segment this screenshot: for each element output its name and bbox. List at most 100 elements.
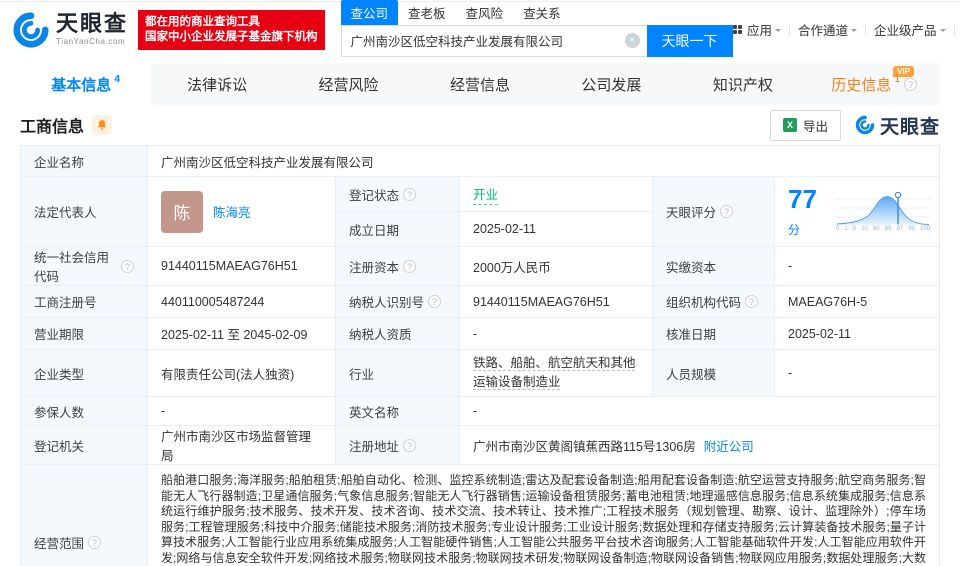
company-type-value: 有限责任公司(法人独资) [148, 350, 336, 396]
nav-enterprise[interactable]: 企业级产品 [874, 20, 946, 39]
promo-line-1: 都在用的商业查询工具 [145, 15, 261, 28]
divider [789, 23, 791, 36]
status-badge[interactable]: 开业 [473, 184, 499, 205]
field-label: 统一社会信用代码 [21, 247, 148, 285]
excel-icon [782, 118, 797, 132]
tab-legal-label: 法律诉讼 [187, 76, 248, 94]
reg-capital-value: 2000万人民币 [460, 247, 653, 285]
apps-grid-icon [732, 24, 743, 35]
nearby-companies-link[interactable]: 附近公司 [704, 436, 754, 455]
field-label: 英文名称 [336, 397, 460, 425]
search-tab-risk[interactable]: 查风险 [456, 0, 514, 25]
field-label: 登记机关 [21, 426, 148, 464]
table-row: 统一社会信用代码 91440115MAEAG76H51 注册资本 2000万人民… [21, 247, 939, 286]
help-icon[interactable] [88, 536, 102, 550]
tab-development-label: 公司发展 [581, 76, 642, 94]
tab-risk[interactable]: 经营风险 [283, 63, 414, 105]
nav-apps[interactable]: 应用 [732, 20, 782, 39]
search-area: 查公司 查老板 查风险 查关系 天眼一下 [340, 0, 733, 57]
help-icon[interactable] [403, 187, 417, 201]
nav-partner[interactable]: 合作通道 [798, 20, 858, 39]
export-button[interactable]: 导出 [769, 109, 841, 141]
taxpayer-quality-value: - [460, 318, 653, 349]
field-label: 登记状态 [336, 177, 460, 211]
score-distribution-chart[interactable]: 0 1 5 10 50 65 87 99 100 [835, 191, 931, 233]
nav-partner-label: 合作通道 [798, 24, 849, 38]
field-label: 行业 [336, 350, 460, 396]
score-number: 77 [788, 183, 817, 214]
search-button[interactable]: 天眼一下 [646, 24, 733, 57]
table-row: 登记机关 广州市南沙区市场监督管理局 注册地址 广州市南沙区黄阁镇蕉西路115号… [21, 426, 939, 465]
score-unit: 分 [788, 222, 801, 237]
status-date-subtable: 登记状态 开业 成立日期 2025-02-11 [336, 177, 653, 246]
field-label: 营业期限 [21, 318, 148, 349]
site-header: 天眼查 TianYanCha.com 都在用的商业查询工具 国家中小企业发展子基… [0, 0, 960, 57]
search-tab-boss[interactable]: 查老板 [398, 0, 456, 25]
address-label: 注册地址 [349, 439, 400, 454]
table-row: 参保人数 - 英文名称 - [21, 397, 939, 426]
legal-rep-link[interactable]: 陈海亮 [213, 202, 251, 221]
reg-no-value: 440110005487244 [148, 286, 336, 317]
established-value: 2025-02-11 [473, 222, 537, 236]
tab-basic-info[interactable]: 基本信息 4 [20, 63, 152, 105]
industry-value: 铁路、船舶、航空航天和其他运输设备制造业 [460, 350, 653, 396]
help-icon[interactable] [720, 205, 734, 218]
field-label: 实缴资本 [653, 247, 775, 285]
address-cell: 广州市南沙区黄阁镇蕉西路115号1306房 附近公司 [460, 426, 939, 464]
field-label: 参保人数 [21, 397, 148, 425]
chevron-down-icon [851, 28, 858, 35]
score-label: 天眼评分 [666, 206, 717, 220]
company-tabbar: 基本信息 4 法律诉讼 经营风险 经营信息 公司发展 知识产权 VIP 历史信息… [20, 63, 940, 105]
help-icon[interactable] [121, 259, 134, 273]
tab-risk-label: 经营风险 [318, 76, 379, 94]
bell-icon [98, 120, 106, 130]
tab-basic-label: 基本信息 [51, 76, 112, 94]
paid-capital-value: - [788, 259, 793, 273]
tab-legal[interactable]: 法律诉讼 [151, 63, 282, 105]
field-label: 纳税人资质 [336, 318, 460, 349]
field-label: 企业类型 [21, 350, 148, 396]
table-row: 工商注册号 440110005487244 纳税人识别号 91440115MAE… [21, 286, 939, 318]
english-name-value: - [473, 404, 478, 418]
business-info-table: 企业名称 广州南沙区低空科技产业发展有限公司 法定代表人 陈 陈海亮 登记状态 … [20, 145, 940, 566]
business-scope-text: 船舶港口服务;海洋服务;船舶租赁;船舶自动化、检测、监控系统制造;雷达及配套设备… [161, 473, 926, 565]
help-icon[interactable] [403, 438, 417, 452]
help-icon[interactable] [745, 295, 759, 308]
field-label: 成立日期 [336, 212, 460, 246]
avatar[interactable]: 陈 [161, 190, 203, 233]
status-value-cell: 开业 [460, 177, 652, 211]
field-label: 注册地址 [336, 426, 460, 464]
table-row: 法定代表人 陈 陈海亮 登记状态 开业 成立日期 2025-02-11 天眼评分 [21, 177, 939, 247]
tab-history[interactable]: VIP 历史信息 1 [809, 63, 940, 105]
org-code-value: MAEAG76H-5 [788, 294, 868, 309]
divider [953, 23, 955, 36]
help-icon[interactable] [904, 77, 918, 91]
staff-size-value: - [788, 366, 793, 380]
field-label: 注册资本 [336, 247, 460, 285]
taxpayer-no-value: 91440115MAEAG76H51 [460, 286, 653, 317]
field-label: 人员规模 [653, 350, 775, 396]
table-row: 营业期限 2025-02-11 至 2045-02-09 纳税人资质 - 核准日… [21, 318, 939, 350]
help-icon[interactable] [428, 295, 442, 308]
help-icon[interactable] [403, 259, 417, 273]
clear-icon[interactable] [624, 32, 640, 48]
monitor-bell-button[interactable] [92, 115, 113, 135]
field-label: 核准日期 [653, 318, 775, 349]
chevron-down-icon [939, 28, 946, 35]
search-tab-company[interactable]: 查公司 [340, 0, 399, 25]
legal-rep-cell: 陈 陈海亮 [148, 177, 336, 246]
tab-basic-count: 4 [114, 73, 121, 85]
search-tab-relation[interactable]: 查关系 [513, 0, 571, 25]
score-cell: 77分 0 1 5 10 50 65 87 99 100 [775, 177, 939, 246]
tab-history-label: 历史信息 [831, 76, 892, 94]
insured-count-value: - [148, 397, 336, 425]
tab-ip[interactable]: 知识产权 [677, 63, 808, 105]
credit-code-value: 91440115MAEAG76H51 [148, 247, 336, 285]
authority-value: 广州市南沙区市场监督管理局 [148, 426, 336, 464]
industry-text: 铁路、船舶、航空航天和其他运输设备制造业 [473, 356, 636, 389]
tianyancha-logo[interactable]: 天眼查 TianYanCha.com [12, 11, 128, 49]
tab-development[interactable]: 公司发展 [546, 63, 677, 105]
tab-operation[interactable]: 经营信息 [414, 63, 545, 105]
search-input[interactable] [340, 24, 647, 57]
approved-date-value: 2025-02-11 [788, 326, 852, 341]
